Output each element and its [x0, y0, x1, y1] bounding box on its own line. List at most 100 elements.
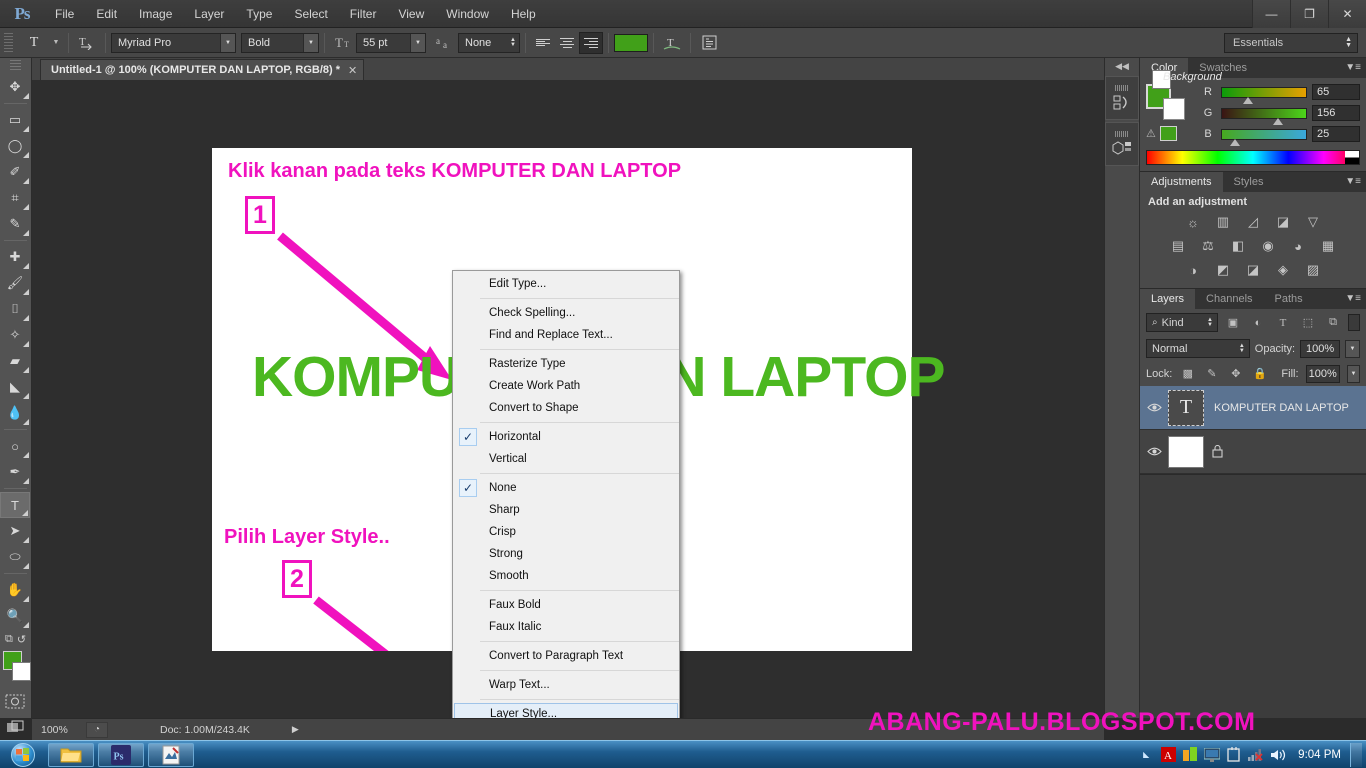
zoom-tool[interactable]: 🔍	[0, 603, 30, 629]
color-swatches[interactable]	[0, 650, 31, 684]
status-preview-icon[interactable]: ◔	[86, 721, 108, 738]
eraser-tool[interactable]: ▰	[0, 348, 30, 374]
context-menu-item[interactable]: Convert to Paragraph Text	[453, 645, 679, 667]
fill-value[interactable]: 100%	[1305, 364, 1340, 383]
layer-filter-kind-select[interactable]: ⌕ Kind ▲ ▼	[1146, 313, 1218, 332]
tab-channels[interactable]: Channels	[1195, 289, 1264, 309]
background-layer-thumbnail[interactable]	[1168, 435, 1204, 468]
gradient-tool[interactable]: ◣	[0, 374, 30, 400]
tools-panel-grip[interactable]	[10, 60, 21, 72]
opacity-chevron-down-icon[interactable]: ▼	[1345, 339, 1360, 358]
tool-flyout-triangle-icon[interactable]	[23, 263, 29, 269]
font-family-select[interactable]: Myriad Pro ▼	[111, 32, 236, 53]
type-tool[interactable]: T	[0, 492, 30, 518]
threshold-icon[interactable]: ◪	[1242, 261, 1264, 279]
tab-adjustments[interactable]: Adjustments	[1140, 172, 1223, 192]
blend-mode-select[interactable]: Normal ▲ ▼	[1146, 339, 1250, 358]
status-menu-arrow-icon[interactable]: ▶	[292, 724, 299, 735]
tool-flyout-triangle-icon[interactable]	[23, 178, 29, 184]
layer-row[interactable]: T KOMPUTER DAN LAPTOP	[1140, 386, 1366, 430]
tool-flyout-triangle-icon[interactable]	[23, 152, 29, 158]
context-menu-item[interactable]: Create Work Path	[453, 375, 679, 397]
clone-stamp-tool[interactable]: ⌷	[0, 296, 30, 322]
marquee-tool[interactable]: ▭	[0, 107, 30, 133]
blur-tool[interactable]: 💧	[0, 400, 30, 426]
spinner-icon[interactable]: ▲ ▼	[1239, 340, 1245, 358]
web-safe-color-swatch[interactable]	[1159, 126, 1177, 141]
menu-edit[interactable]: Edit	[85, 0, 128, 28]
quick-selection-tool[interactable]: ✐	[0, 159, 30, 185]
menu-help[interactable]: Help	[500, 0, 547, 28]
spinner-icon[interactable]: ▲ ▼	[1345, 36, 1352, 49]
pen-tool[interactable]: ✒	[0, 459, 30, 485]
fill-chevron-down-icon[interactable]: ▼	[1346, 364, 1360, 383]
color-panel-swatches[interactable]	[1146, 84, 1186, 120]
brightness-contrast-icon[interactable]: ☼	[1182, 213, 1204, 231]
text-orientation-icon[interactable]: T	[74, 32, 100, 54]
expand-panels-icon[interactable]: ◀◀	[1105, 58, 1139, 74]
antivirus-tray-icon[interactable]	[1179, 743, 1201, 767]
context-menu-item[interactable]: Smooth	[453, 565, 679, 587]
posterize-icon[interactable]: ◩	[1212, 261, 1234, 279]
tool-flyout-triangle-icon[interactable]	[23, 537, 29, 543]
lock-image-icon[interactable]: ✎	[1203, 364, 1220, 383]
smart-object-filter-icon[interactable]: ⧉	[1323, 313, 1343, 332]
pixel-layer-filter-icon[interactable]: ▣	[1223, 313, 1243, 332]
font-size-select[interactable]: 55 pt ▼	[356, 32, 426, 53]
context-menu-item[interactable]: Find and Replace Text...	[453, 324, 679, 346]
photo-filter-icon[interactable]: ◉	[1257, 237, 1279, 255]
tool-flyout-triangle-icon[interactable]	[23, 126, 29, 132]
document-tab[interactable]: Untitled-1 @ 100% (KOMPUTER DAN LAPTOP, …	[40, 59, 365, 80]
color-balance-icon[interactable]: ⚖	[1197, 237, 1219, 255]
close-button[interactable]: ✕	[1328, 0, 1366, 28]
crop-tool[interactable]: ⌗	[0, 185, 30, 211]
levels-icon[interactable]: ▥	[1212, 213, 1234, 231]
type-context-menu[interactable]: Edit Type... Check Spelling... Find and Re…	[452, 270, 680, 728]
hue-saturation-icon[interactable]: ▤	[1167, 237, 1189, 255]
tool-flyout-triangle-icon[interactable]	[23, 452, 29, 458]
tool-flyout-triangle-icon[interactable]	[23, 563, 29, 569]
menu-window[interactable]: Window	[435, 0, 500, 28]
swap-colors-icon[interactable]: ⧉	[5, 633, 13, 646]
tool-flyout-triangle-icon[interactable]	[23, 204, 29, 210]
healing-brush-tool[interactable]: ✚	[0, 244, 30, 270]
context-menu-item[interactable]: Convert to Shape	[453, 397, 679, 419]
image-viewer-taskbar-icon[interactable]	[148, 742, 194, 767]
background-color-swatch[interactable]	[1163, 98, 1185, 120]
green-value[interactable]: 156	[1312, 105, 1360, 121]
network-tray-icon[interactable]	[1245, 743, 1267, 767]
photoshop-taskbar-icon[interactable]: Ps	[98, 742, 144, 767]
tray-expand-icon[interactable]: ◣	[1135, 743, 1157, 767]
context-menu-item[interactable]: Rasterize Type	[453, 353, 679, 375]
tool-preset-chevron-icon[interactable]: ▼	[49, 32, 63, 54]
3d-panel-icon[interactable]	[1105, 122, 1139, 166]
context-menu-item[interactable]: Crisp	[453, 521, 679, 543]
menu-file[interactable]: File	[44, 0, 85, 28]
tool-flyout-triangle-icon[interactable]	[23, 478, 29, 484]
tab-layers[interactable]: Layers	[1140, 289, 1196, 309]
curves-icon[interactable]: ◿	[1242, 213, 1264, 231]
red-slider[interactable]	[1221, 86, 1307, 104]
align-center-button[interactable]	[555, 32, 579, 54]
context-menu-item[interactable]: Faux Bold	[453, 594, 679, 616]
spinner-icon[interactable]: ▲ ▼	[1207, 314, 1213, 332]
gradient-map-icon[interactable]: ◈	[1272, 261, 1294, 279]
hand-tool[interactable]: ✋	[0, 577, 30, 603]
blue-slider[interactable]	[1221, 128, 1307, 146]
exposure-icon[interactable]: ◪	[1272, 213, 1294, 231]
lock-transparency-icon[interactable]: ▩	[1179, 364, 1196, 383]
align-left-button[interactable]	[531, 32, 555, 54]
lock-all-icon[interactable]: 🔒	[1251, 364, 1268, 383]
panel-menu-icon[interactable]: ▼≡	[1345, 293, 1361, 304]
tool-flyout-triangle-icon[interactable]	[23, 622, 29, 628]
menu-view[interactable]: View	[387, 0, 435, 28]
brush-tool[interactable]: 🖌	[0, 270, 30, 296]
volume-tray-icon[interactable]	[1267, 743, 1289, 767]
anti-alias-select[interactable]: None ▲ ▼	[458, 32, 520, 53]
layer-name[interactable]: Background	[1152, 70, 1222, 89]
align-right-button[interactable]	[579, 31, 603, 54]
toggle-panels-icon[interactable]	[696, 32, 722, 54]
red-value[interactable]: 65	[1312, 84, 1360, 100]
dodge-tool[interactable]: ○	[0, 433, 30, 459]
layer-row[interactable]: Background	[1140, 70, 1366, 474]
